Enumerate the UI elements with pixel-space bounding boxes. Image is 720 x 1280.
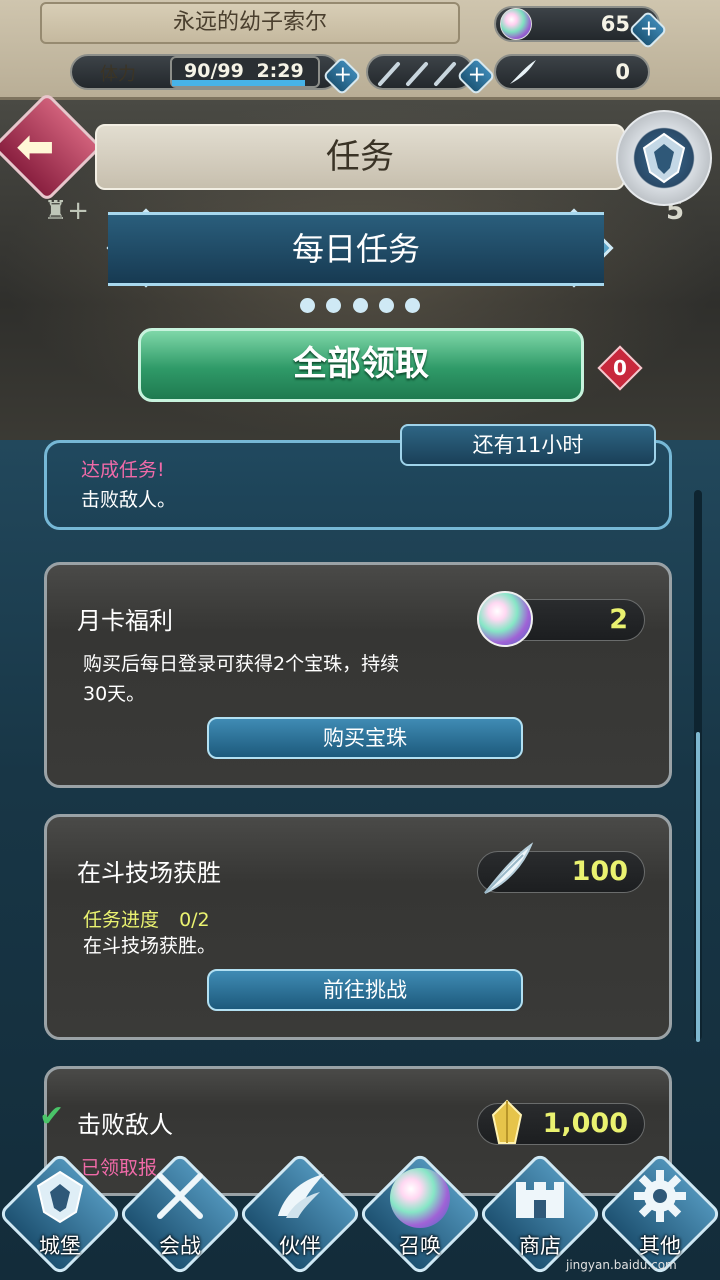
page-dot[interactable] <box>326 298 342 313</box>
page-dot[interactable] <box>378 298 394 313</box>
quest-card: 在斗技场获胜 100 任务进度 0/2 在斗技场获胜。 前往挑战 <box>44 814 672 1040</box>
reward-value: 100 <box>571 856 628 887</box>
castle-emblem-icon <box>36 1170 84 1224</box>
crest-icon <box>642 132 686 184</box>
orb-icon <box>500 8 532 40</box>
nav-label: 伙伴 <box>279 1234 321 1258</box>
feather-icon <box>484 842 534 894</box>
status-bar: 永远的幼子索尔 65 + 体力 90/99 2:29 + + 0 <box>0 0 720 100</box>
stamina-timer: 2:29 <box>256 60 304 82</box>
stamina-bar: 90/99 2:29 <box>170 56 320 88</box>
check-icon: ✔ <box>39 1099 65 1134</box>
nav-label: 召唤 <box>399 1234 441 1258</box>
watermark: jingyan.baidu.com <box>566 1258 677 1272</box>
reward-value: 2 <box>609 604 628 635</box>
wings-icon <box>278 1174 324 1218</box>
nav-label: 城堡 <box>39 1234 81 1258</box>
dueling-swords-pill <box>366 54 474 90</box>
castle-upgrade-icon: ♜+ <box>44 196 90 226</box>
nav-allies[interactable]: 伙伴 <box>237 1150 363 1280</box>
nav-castle[interactable]: 城堡 <box>0 1150 123 1280</box>
player-name: 永远的幼子索尔 <box>40 2 460 44</box>
back-arrow-icon[interactable]: ⬅ <box>16 123 72 169</box>
quest-desc: 在斗技场获胜。 <box>83 935 217 957</box>
orb-count: 65 <box>600 12 630 36</box>
stamina-value: 90/99 <box>184 60 244 82</box>
quest-card: 月卡福利 2 购买后每日登录可获得2个宝珠，持续 30天。 购买宝珠 <box>44 562 672 788</box>
page-indicator <box>300 298 420 318</box>
page-title: 任务 <box>95 124 625 190</box>
quest-title: 在斗技场获胜 <box>77 859 221 887</box>
nav-battle[interactable]: 会战 <box>117 1150 243 1280</box>
feather-count: 0 <box>615 60 630 84</box>
plus-icon: + <box>333 62 352 88</box>
feather-counter: 0 <box>494 54 650 90</box>
buy-orbs-button[interactable]: 购买宝珠 <box>207 717 523 759</box>
orb-icon <box>477 591 533 647</box>
claim-all-button[interactable]: 全部领取 <box>138 328 584 402</box>
go-challenge-button[interactable]: 前往挑战 <box>207 969 523 1011</box>
time-remaining: 还有11小时 <box>400 424 656 466</box>
quest-title: 击败敌人 <box>77 1111 173 1139</box>
stamina-label: 体力 <box>100 64 136 85</box>
progress-label: 任务进度 <box>83 909 160 931</box>
swords-icon <box>378 62 456 86</box>
stamina-readout: 90/99 2:29 <box>184 60 304 82</box>
progress-value: 0/2 <box>179 909 210 931</box>
crystal-icon <box>491 1099 523 1144</box>
plus-icon: + <box>639 16 658 42</box>
nav-label: 会战 <box>159 1234 201 1258</box>
reward-value: 1,000 <box>542 1108 628 1139</box>
quest-title: 月卡福利 <box>77 607 173 635</box>
quest-desc: 击败敌人。 <box>81 489 177 511</box>
daily-quests-banner: 每日任务 <box>108 212 604 286</box>
nav-summon[interactable]: 召唤 <box>357 1150 483 1280</box>
nav-label: 商店 <box>519 1234 561 1258</box>
page-dot[interactable] <box>405 298 420 313</box>
quest-desc: 30天。 <box>83 683 146 705</box>
scrollbar-thumb[interactable] <box>696 732 700 1042</box>
page-dot[interactable] <box>352 298 368 313</box>
summon-orb-icon <box>390 1168 450 1228</box>
feather-icon <box>510 60 536 84</box>
quest-status: 达成任务! <box>81 459 165 481</box>
nav-label: 其他 <box>639 1234 681 1258</box>
quest-desc: 购买后每日登录可获得2个宝珠，持续 <box>83 653 400 675</box>
castle-wall-icon <box>516 1182 564 1218</box>
plus-icon: + <box>467 62 486 88</box>
page-dot[interactable] <box>300 298 315 313</box>
crossed-swords-icon <box>157 1173 203 1219</box>
gear-icon <box>634 1170 686 1222</box>
quest-progress: 任务进度 0/2 <box>83 905 210 932</box>
claim-count: 0 <box>613 356 627 380</box>
